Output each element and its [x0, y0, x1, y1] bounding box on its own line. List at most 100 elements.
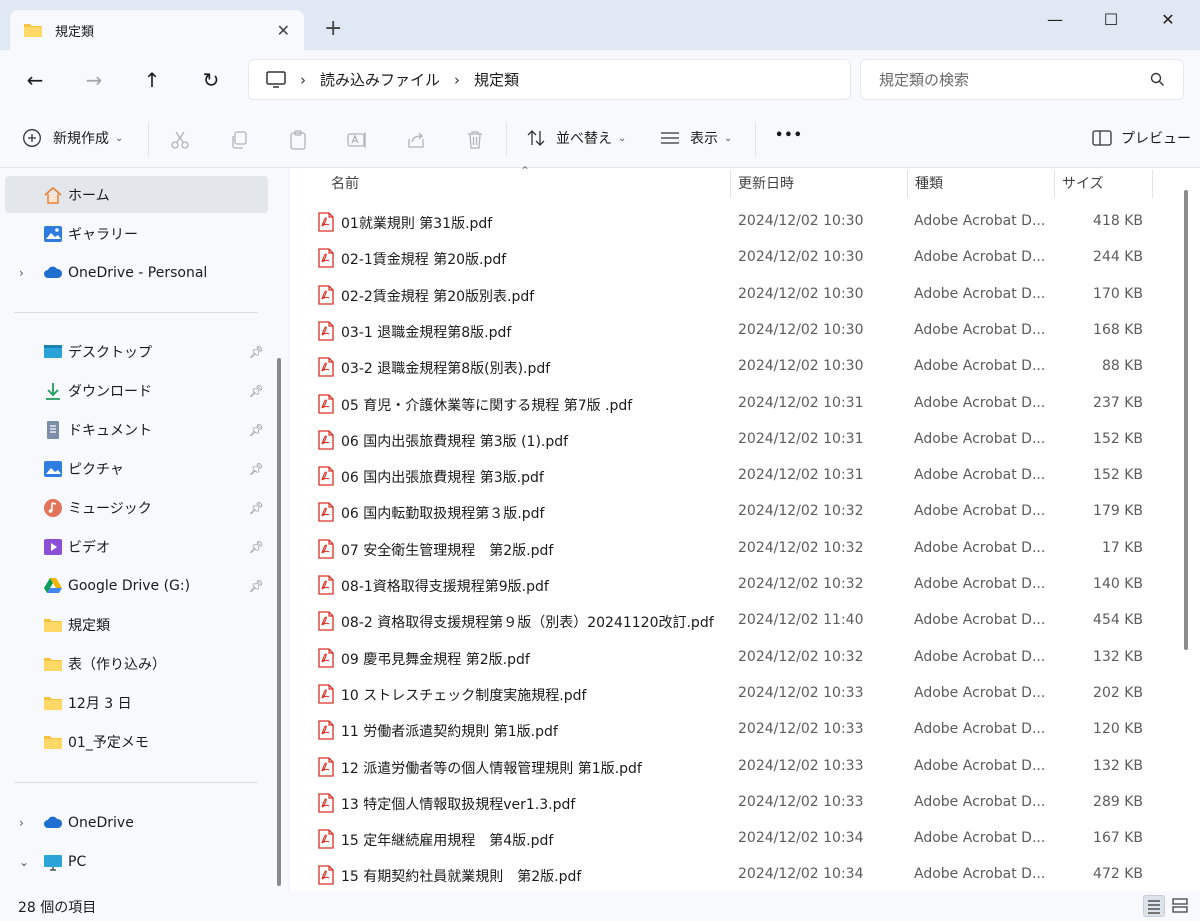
file-size: 152 KB: [1093, 467, 1143, 484]
pin-icon[interactable]: 📌︎: [249, 462, 264, 476]
column-divider[interactable]: [730, 170, 731, 198]
file-row[interactable]: 01就業規則 第31版.pdf 2024/12/02 10:30 Adobe Acr…: [305, 204, 1155, 240]
address-bar[interactable]: › 読み込みファイル › 規定類: [248, 59, 851, 100]
search-input[interactable]: [879, 69, 1139, 91]
new-tab-button[interactable]: +: [324, 18, 342, 40]
sidebar-item-music[interactable]: ミュージック 📌︎: [5, 489, 268, 526]
up-button[interactable]: ↑: [137, 66, 167, 96]
video-icon: [44, 539, 62, 555]
sidebar-item-gallery[interactable]: ギャラリー: [5, 215, 268, 252]
pin-icon[interactable]: 📌︎: [249, 384, 264, 398]
file-row[interactable]: 06 国内出張旅費規程 第3版 (1).pdf 2024/12/02 10:31 A…: [305, 422, 1155, 458]
pin-icon[interactable]: 📌︎: [249, 501, 264, 515]
file-row[interactable]: 13 特定個人情報取扱規程ver1.3.pdf 2024/12/02 10:33 A…: [305, 785, 1155, 821]
column-divider[interactable]: [1152, 170, 1153, 198]
column-header-date[interactable]: 更新日時: [738, 168, 908, 198]
file-row[interactable]: 05 育児・介護休業等に関する規程 第7版 .pdf 2024/12/02 10:…: [305, 386, 1155, 422]
sidebar-item-videos[interactable]: ビデオ 📌︎: [5, 528, 268, 565]
tiles-view-button[interactable]: [1170, 895, 1192, 917]
file-row[interactable]: 06 国内出張旅費規程 第3版.pdf 2024/12/02 10:31 Adobe…: [305, 458, 1155, 494]
file-row[interactable]: 15 有期契約社員就業規則 第2版.pdf 2024/12/02 10:34 Ado…: [305, 857, 1155, 893]
file-row[interactable]: 12 派遣労働者等の個人情報管理規則 第1版.pdf 2024/12/02 10:…: [305, 749, 1155, 785]
forward-button[interactable]: →: [79, 66, 109, 96]
file-row[interactable]: 10 ストレスチェック制度実施規程.pdf 2024/12/02 10:33 Ado…: [305, 676, 1155, 712]
pin-icon[interactable]: 📌︎: [249, 579, 264, 593]
command-bar: 新規作成 ⌄ 並べ替え ⌄ 表示 ⌄ ••• プレビュー: [0, 110, 1200, 168]
sidebar-item-pictures[interactable]: ピクチャ 📌︎: [5, 450, 268, 487]
pin-icon[interactable]: 📌︎: [249, 540, 264, 554]
chevron-down-icon: ⌄: [618, 132, 627, 144]
view-button[interactable]: 表示 ⌄: [660, 128, 732, 148]
file-row[interactable]: 09 慶弔見舞金規程 第2版.pdf 2024/12/02 10:32 Adobe …: [305, 640, 1155, 676]
file-size: 179 KB: [1093, 503, 1143, 520]
copy-icon[interactable]: [228, 129, 250, 151]
home-icon: [44, 186, 62, 204]
minimize-button[interactable]: —: [1035, 6, 1075, 34]
file-row[interactable]: 11 労働者派遣契約規則 第1版.pdf 2024/12/02 10:33 Adob…: [305, 712, 1155, 748]
file-date: 2024/12/02 10:32: [738, 576, 864, 592]
search-box[interactable]: [860, 59, 1184, 100]
file-row[interactable]: 06 国内転勤取扱規程第３版.pdf 2024/12/02 10:32 Adobe …: [305, 494, 1155, 530]
pdf-icon: [318, 684, 334, 708]
breadcrumb-item[interactable]: 読み込みファイル: [320, 69, 440, 90]
sidebar-item-documents[interactable]: ドキュメント 📌︎: [5, 411, 268, 448]
pin-icon[interactable]: 📌︎: [249, 423, 264, 437]
delete-icon[interactable]: [464, 129, 486, 151]
rename-icon[interactable]: [346, 129, 368, 151]
file-list-scrollbar[interactable]: [1184, 190, 1188, 650]
folder-icon: [44, 619, 62, 632]
column-header-name[interactable]: 名前: [331, 168, 726, 198]
new-button[interactable]: 新規作成 ⌄: [22, 128, 123, 148]
file-row[interactable]: 03-2 退職金規程第8版(別表).pdf 2024/12/02 10:30 Ado…: [305, 349, 1155, 385]
file-row[interactable]: 08-2 資格取得支援規程第９版（別表）20241120改訂.pdf 2024/1…: [305, 603, 1155, 639]
file-row[interactable]: 03-1 退職金規程第8版.pdf 2024/12/02 10:30 Adobe A…: [305, 313, 1155, 349]
tab-active[interactable]: 規定類 ✕: [10, 10, 304, 50]
file-size: 132 KB: [1093, 757, 1143, 774]
refresh-button[interactable]: ↻: [196, 66, 226, 96]
sidebar-item-pc[interactable]: ⌄ PC: [5, 843, 268, 880]
sidebar-item-downloads[interactable]: ダウンロード 📌︎: [5, 372, 268, 409]
item-count: 28 個の項目: [18, 900, 97, 916]
pdf-icon: [318, 466, 334, 490]
column-divider[interactable]: [907, 170, 908, 198]
details-view-button[interactable]: [1143, 895, 1165, 917]
share-icon[interactable]: [405, 129, 427, 151]
file-row[interactable]: 15 定年継続雇用規程 第4版.pdf 2024/12/02 10:34 Adobe…: [305, 821, 1155, 857]
cut-icon[interactable]: [169, 129, 191, 151]
pin-icon[interactable]: 📌︎: [249, 345, 264, 359]
sidebar-item-onedrive-personal[interactable]: › OneDrive - Personal: [5, 254, 268, 291]
sort-button[interactable]: 並べ替え ⌄: [526, 128, 626, 148]
file-size: 132 KB: [1093, 648, 1143, 665]
column-header-type[interactable]: 種類: [915, 168, 1055, 198]
sidebar-item-folder[interactable]: 12月 3 日: [5, 684, 268, 721]
breadcrumb-item[interactable]: 規定類: [474, 69, 519, 90]
chevron-right-icon[interactable]: ›: [19, 266, 24, 280]
sidebar-item-desktop[interactable]: デスクトップ 📌︎: [5, 333, 268, 370]
file-name: 08-1資格取得支援規程第9版.pdf: [341, 579, 549, 595]
maximize-button[interactable]: ☐: [1091, 6, 1131, 34]
sidebar-item-onedrive[interactable]: › OneDrive: [5, 804, 268, 841]
download-icon: [46, 383, 60, 400]
preview-button[interactable]: プレビュー: [1092, 128, 1191, 148]
sidebar-item-folder[interactable]: 表（作り込み）: [5, 645, 268, 682]
close-tab-icon[interactable]: ✕: [277, 21, 290, 40]
file-row[interactable]: 02-1賃金規程 第20版.pdf 2024/12/02 10:30 Adobe A…: [305, 240, 1155, 276]
chevron-down-icon[interactable]: ⌄: [19, 855, 29, 869]
sidebar-item-google-drive[interactable]: Google Drive (G:) 📌︎: [5, 567, 268, 604]
paste-icon[interactable]: [287, 129, 309, 151]
file-row[interactable]: 02-2賃金規程 第20版別表.pdf 2024/12/02 10:30 Adobe…: [305, 277, 1155, 313]
chevron-right-icon[interactable]: ›: [19, 816, 24, 830]
column-header-size[interactable]: サイズ: [1062, 168, 1152, 198]
file-row[interactable]: 08-1資格取得支援規程第9版.pdf 2024/12/02 10:32 Adobe…: [305, 567, 1155, 603]
file-row[interactable]: 07 安全衛生管理規程 第2版.pdf 2024/12/02 10:32 Adobe…: [305, 531, 1155, 567]
google-drive-icon: [44, 578, 62, 593]
sidebar-item-folder[interactable]: 01_予定メモ: [5, 723, 268, 760]
sidebar-scrollbar[interactable]: [277, 358, 281, 886]
close-window-button[interactable]: ✕: [1148, 6, 1188, 34]
sidebar-item-folder[interactable]: 規定類: [5, 606, 268, 643]
more-options-button[interactable]: •••: [775, 128, 803, 143]
sidebar-item-home[interactable]: ホーム: [5, 176, 268, 213]
document-icon: [47, 421, 59, 439]
column-divider[interactable]: [1054, 170, 1055, 198]
back-button[interactable]: ←: [20, 66, 50, 96]
